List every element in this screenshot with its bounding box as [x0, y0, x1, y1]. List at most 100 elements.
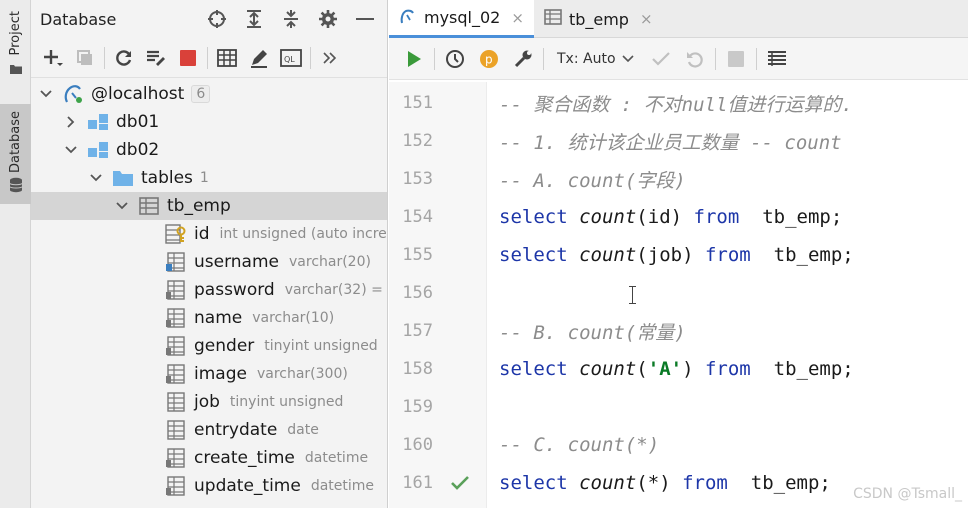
gear-icon[interactable]: [314, 5, 342, 33]
code-area[interactable]: 151 -- 聚合函数 : 不对null值进行运算的. 152 -- 1. 统计…: [389, 82, 968, 508]
line-number: 159: [402, 397, 433, 417]
chevron-down-icon: [621, 51, 634, 67]
code-line-155: 155 select count(job) from tb_emp;: [389, 236, 968, 274]
tab-mysql-02[interactable]: mysql_02 ×: [389, 0, 534, 38]
crosshair-icon[interactable]: [203, 5, 231, 33]
schema-count-badge: 6: [191, 85, 211, 103]
query-console-icon[interactable]: QL: [275, 42, 307, 74]
expand-all-icon[interactable]: [240, 5, 268, 33]
refresh-icon[interactable]: [108, 42, 140, 74]
column-name: update_time: [194, 476, 301, 496]
text-cursor-icon: [629, 286, 636, 304]
tab-tb-emp[interactable]: tb_emp ×: [534, 0, 663, 38]
sql-statement: select count('A') from tb_emp;: [499, 358, 854, 380]
column-row-entrydate[interactable]: entrydate date: [31, 416, 387, 444]
column-icon: [165, 448, 187, 468]
comment: -- B. count(常量): [499, 321, 686, 344]
column-type: varchar(300): [256, 366, 348, 382]
add-icon[interactable]: [37, 42, 69, 74]
chevron-down-icon[interactable]: [115, 199, 129, 213]
column-name: gender: [194, 336, 255, 356]
keyword: select: [499, 358, 568, 380]
comment: -- A. count(字段): [499, 169, 686, 192]
column-row-image[interactable]: image varchar(300): [31, 360, 387, 388]
database-panel-header: Database: [31, 0, 387, 38]
column-row-username[interactable]: username varchar(20): [31, 248, 387, 276]
stop-icon[interactable]: [172, 42, 204, 74]
chevron-down-icon[interactable]: [39, 87, 53, 101]
keyword: from: [704, 358, 751, 380]
column-row-password[interactable]: password varchar(32) =: [31, 276, 387, 304]
column-name: job: [194, 392, 220, 412]
schema-icon[interactable]: [140, 42, 172, 74]
line-number: 160: [402, 435, 433, 455]
stop-icon[interactable]: [719, 42, 753, 76]
database-tool-tab[interactable]: Database: [0, 104, 31, 204]
transaction-mode-value: Tx: Auto: [557, 50, 616, 67]
project-tool-tab[interactable]: Project: [0, 4, 31, 86]
rollback-icon[interactable]: [678, 42, 712, 76]
keyword: from: [693, 206, 740, 228]
table-count: 1: [199, 170, 209, 186]
line-number: 152: [402, 131, 433, 151]
chevron-right-icon[interactable]: [64, 115, 78, 129]
code-line-154: 154 select count(id) from tb_emp;: [389, 198, 968, 236]
column-name: create_time: [194, 448, 295, 468]
column-row-name[interactable]: name varchar(10): [31, 304, 387, 332]
sql-statement: select count(job) from tb_emp;: [499, 244, 854, 266]
column-row-job[interactable]: job tinyint unsigned: [31, 388, 387, 416]
column-row-create-time[interactable]: create_time datetime: [31, 444, 387, 472]
close-icon[interactable]: ×: [511, 9, 524, 27]
table-icon[interactable]: [211, 42, 243, 74]
editor-toolbar: p Tx: Auto: [389, 38, 968, 80]
tree-node-tb-emp[interactable]: tb_emp: [31, 192, 387, 220]
argument: *: [647, 472, 660, 494]
sql-statement: select count(*) from tb_emp;: [499, 472, 831, 494]
parameters-icon[interactable]: p: [472, 42, 506, 76]
output-layout-icon[interactable]: [760, 42, 794, 76]
copy-icon[interactable]: [69, 42, 101, 74]
code-line-158: 158 select count('A') from tb_emp;: [389, 350, 968, 388]
column-type: tinyint unsigned: [229, 394, 344, 410]
sql-editor: mysql_02 × tb_emp × p Tx: Auto 151 -- 聚合…: [389, 0, 968, 508]
line-number: 153: [402, 169, 433, 189]
tree-node-tables[interactable]: tables 1: [31, 164, 387, 192]
commit-icon[interactable]: [644, 42, 678, 76]
column-row-gender[interactable]: gender tinyint unsigned: [31, 332, 387, 360]
column-row-update-time[interactable]: update_time datetime: [31, 472, 387, 500]
function-name: count: [579, 244, 637, 266]
column-type: varchar(20): [289, 254, 371, 270]
more-chevron-icon[interactable]: [314, 42, 346, 74]
editor-tabs: mysql_02 × tb_emp ×: [389, 0, 968, 38]
string-literal: 'A': [647, 358, 683, 380]
comment: -- C. count(*): [499, 434, 660, 456]
chevron-down-icon[interactable]: [64, 143, 78, 157]
column-icon: [165, 280, 187, 300]
schema-icon: [87, 113, 109, 131]
toolbar-divider: [714, 47, 716, 70]
tree-node-db01[interactable]: db01: [31, 108, 387, 136]
chevron-down-icon[interactable]: [89, 171, 103, 185]
line-number: 158: [402, 359, 433, 379]
column-row-id[interactable]: id int unsigned (auto incre: [31, 220, 387, 248]
wrench-icon[interactable]: [506, 42, 540, 76]
minimize-icon[interactable]: [351, 5, 379, 33]
close-icon[interactable]: ×: [640, 10, 653, 28]
tree-node-db02[interactable]: db02: [31, 136, 387, 164]
indexed-column-icon: [165, 252, 187, 272]
svg-text:p: p: [485, 52, 493, 66]
primary-key-column-icon: [165, 224, 187, 244]
table-icon: [138, 197, 160, 215]
keyword: from: [682, 472, 728, 494]
code-line-153: 153 -- A. count(字段): [389, 160, 968, 198]
svg-text:QL: QL: [284, 55, 295, 64]
table-icon: [544, 9, 562, 29]
argument: job: [647, 244, 683, 266]
transaction-mode-select[interactable]: Tx: Auto: [547, 51, 644, 67]
history-icon[interactable]: [438, 42, 472, 76]
collapse-all-icon[interactable]: [277, 5, 305, 33]
run-icon[interactable]: [397, 42, 431, 76]
edit-icon[interactable]: [243, 42, 275, 74]
tree-node-localhost[interactable]: @localhost 6: [31, 80, 387, 108]
folder-icon: [9, 60, 23, 79]
